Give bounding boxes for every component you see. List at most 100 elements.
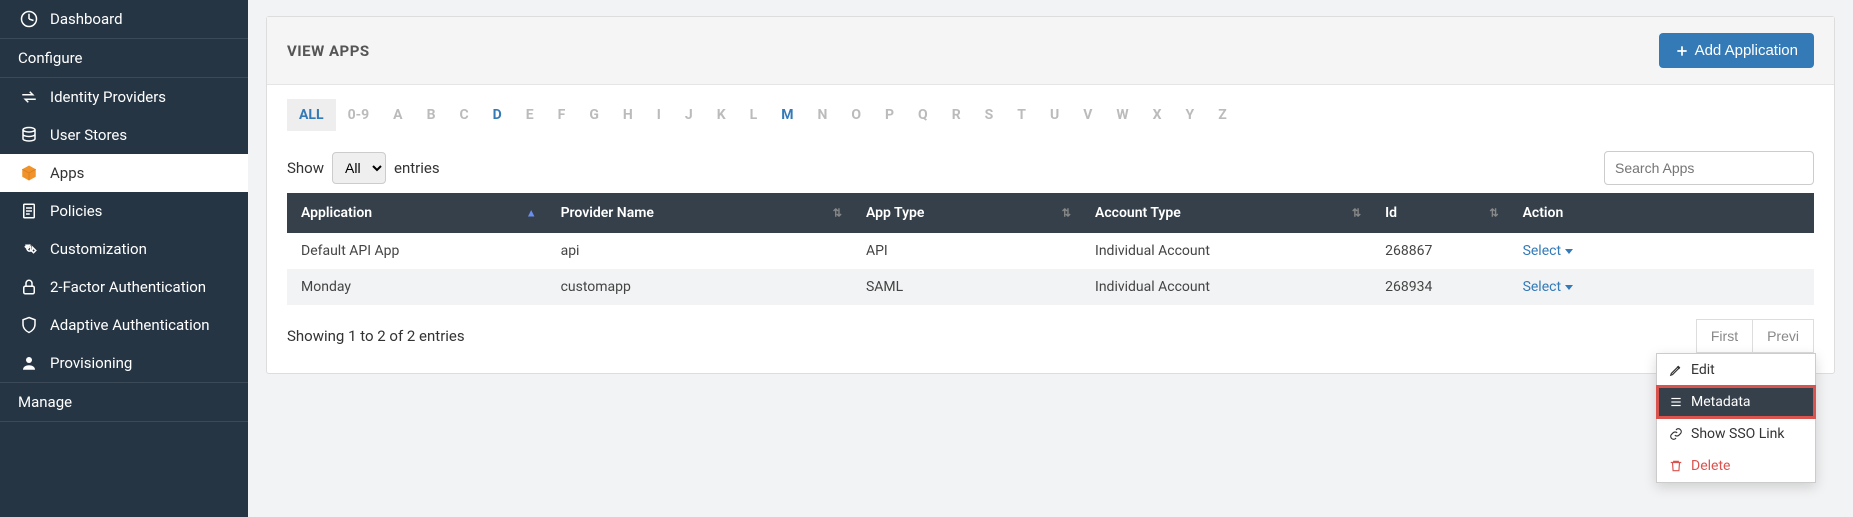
- document-icon: [18, 202, 40, 220]
- alpha-u[interactable]: U: [1038, 99, 1071, 131]
- alpha-d[interactable]: D: [481, 99, 514, 131]
- alpha-x[interactable]: X: [1141, 99, 1174, 131]
- alpha-f[interactable]: F: [546, 99, 578, 131]
- sidebar-item-label: User Stores: [50, 126, 127, 144]
- sort-asc-icon: ▲: [526, 207, 537, 220]
- sidebar-item-label: Dashboard: [50, 10, 123, 28]
- alpha-k[interactable]: K: [705, 99, 738, 131]
- alpha-c[interactable]: C: [448, 99, 481, 131]
- col-app-type[interactable]: App Type ⇅: [852, 193, 1081, 233]
- caret-down-icon: [1565, 249, 1573, 254]
- dropdown-delete[interactable]: Delete: [1657, 450, 1815, 482]
- alpha-w[interactable]: W: [1104, 99, 1140, 131]
- pager-first[interactable]: First: [1696, 319, 1753, 353]
- alpha-y[interactable]: Y: [1174, 99, 1207, 131]
- alpha-i[interactable]: I: [645, 99, 673, 131]
- lock-icon: [18, 278, 40, 296]
- sidebar-item-dashboard[interactable]: Dashboard: [0, 0, 248, 38]
- col-id[interactable]: Id ⇅: [1371, 193, 1508, 233]
- swap-icon: [18, 88, 40, 106]
- cell-id: 268867: [1371, 233, 1508, 269]
- cell-account-type: Individual Account: [1081, 233, 1371, 269]
- dropdown-show-sso[interactable]: Show SSO Link: [1657, 418, 1815, 450]
- shield-icon: [18, 316, 40, 334]
- alpha-j[interactable]: J: [673, 99, 705, 131]
- sidebar-item-adaptive-auth[interactable]: Adaptive Authentication: [0, 306, 248, 344]
- sidebar: Dashboard Configure Identity Providers U…: [0, 0, 248, 517]
- cell-id: 268934: [1371, 269, 1508, 305]
- sidebar-item-policies[interactable]: Policies: [0, 192, 248, 230]
- sidebar-item-identity-providers[interactable]: Identity Providers: [0, 78, 248, 116]
- sidebar-item-label: Adaptive Authentication: [50, 316, 210, 334]
- sidebar-section-manage: Manage: [0, 382, 248, 422]
- alpha-0-9[interactable]: 0-9: [336, 99, 382, 131]
- sidebar-item-2fa[interactable]: 2-Factor Authentication: [0, 268, 248, 306]
- alpha-m[interactable]: M: [769, 99, 805, 131]
- col-account-type[interactable]: Account Type ⇅: [1081, 193, 1371, 233]
- alpha-n[interactable]: N: [805, 99, 839, 131]
- dashboard-icon: [18, 10, 40, 28]
- alpha-s[interactable]: S: [973, 99, 1006, 131]
- sort-icon: ⇅: [833, 207, 842, 220]
- col-application[interactable]: Application ▲: [287, 193, 547, 233]
- cube-icon: [18, 164, 40, 182]
- sidebar-item-label: Policies: [50, 202, 102, 220]
- dropdown-metadata[interactable]: Metadata: [1657, 386, 1815, 418]
- entries-select[interactable]: All: [332, 152, 386, 184]
- trash-icon: [1669, 459, 1683, 473]
- alpha-q[interactable]: Q: [906, 99, 940, 131]
- database-icon: [18, 126, 40, 144]
- table-footer: Showing 1 to 2 of 2 entries First Previ: [287, 305, 1814, 353]
- apps-table: Application ▲ Provider Name ⇅ App Type ⇅: [287, 193, 1814, 305]
- alpha-p[interactable]: P: [873, 99, 906, 131]
- page-title: VIEW APPS: [287, 42, 370, 60]
- alpha-g[interactable]: G: [577, 99, 611, 131]
- cell-provider: api: [547, 233, 852, 269]
- edit-icon: [1669, 363, 1683, 377]
- select-action[interactable]: Select: [1523, 279, 1573, 295]
- list-icon: [1669, 395, 1683, 409]
- alpha-z[interactable]: Z: [1206, 99, 1239, 131]
- show-label: Show: [287, 159, 324, 177]
- cell-application: Monday: [287, 269, 547, 305]
- showing-text: Showing 1 to 2 of 2 entries: [287, 327, 465, 345]
- apps-panel: VIEW APPS Add Application ALL 0-9 A B C …: [266, 16, 1835, 374]
- user-icon: [18, 354, 40, 372]
- alpha-o[interactable]: O: [839, 99, 873, 131]
- alpha-r[interactable]: R: [940, 99, 973, 131]
- sidebar-item-apps[interactable]: Apps: [0, 154, 248, 192]
- pager-previous[interactable]: Previ: [1753, 319, 1814, 353]
- search-input[interactable]: [1604, 151, 1814, 185]
- alpha-l[interactable]: L: [738, 99, 770, 131]
- dropdown-edit[interactable]: Edit: [1657, 354, 1815, 386]
- select-action[interactable]: Select: [1523, 243, 1573, 259]
- cell-app-type: SAML: [852, 269, 1081, 305]
- sidebar-item-label: Provisioning: [50, 354, 132, 372]
- sidebar-item-customization[interactable]: Customization: [0, 230, 248, 268]
- sidebar-section-configure: Configure: [0, 38, 248, 78]
- alpha-t[interactable]: T: [1005, 99, 1038, 131]
- action-dropdown: Edit Metadata Show SSO Link: [1656, 353, 1816, 483]
- alpha-a[interactable]: A: [381, 99, 414, 131]
- sort-icon: ⇅: [1062, 207, 1071, 220]
- table-row: Default API App api API Individual Accou…: [287, 233, 1814, 269]
- col-action: Action: [1509, 193, 1814, 233]
- add-application-button[interactable]: Add Application: [1659, 33, 1814, 68]
- alpha-e[interactable]: E: [514, 99, 546, 131]
- alpha-b[interactable]: B: [415, 99, 448, 131]
- caret-down-icon: [1565, 285, 1573, 290]
- sidebar-item-user-stores[interactable]: User Stores: [0, 116, 248, 154]
- wrench-icon: [18, 240, 40, 258]
- cell-application: Default API App: [287, 233, 547, 269]
- pager: First Previ: [1696, 319, 1814, 353]
- sidebar-item-provisioning[interactable]: Provisioning: [0, 344, 248, 382]
- cell-provider: customapp: [547, 269, 852, 305]
- alpha-v[interactable]: V: [1071, 99, 1104, 131]
- entries-label: entries: [394, 159, 440, 177]
- show-entries: Show All entries: [287, 152, 440, 184]
- alpha-h[interactable]: H: [611, 99, 645, 131]
- alpha-all[interactable]: ALL: [287, 99, 336, 131]
- main-content: VIEW APPS Add Application ALL 0-9 A B C …: [248, 0, 1853, 517]
- col-provider[interactable]: Provider Name ⇅: [547, 193, 852, 233]
- sidebar-item-label: Apps: [50, 164, 84, 182]
